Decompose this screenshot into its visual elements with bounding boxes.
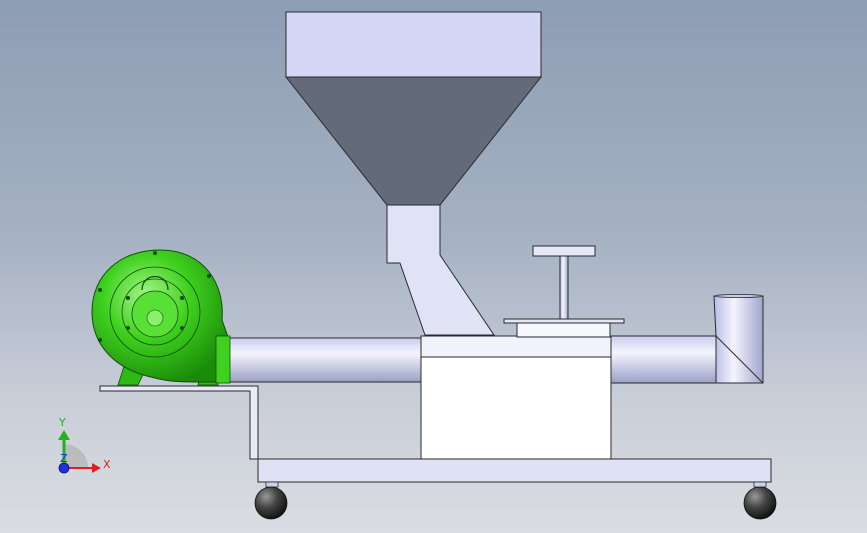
outlet-opening-icon <box>713 294 764 298</box>
mixing-box-band-icon <box>420 335 612 358</box>
hopper-box-icon <box>285 11 542 78</box>
outlet-elbow-icon <box>713 295 764 384</box>
caster-wheel-icon <box>254 481 288 520</box>
base-frame-icon <box>257 458 772 483</box>
cad-viewport[interactable]: Y X Z <box>0 0 867 533</box>
lid-block-icon <box>516 322 611 338</box>
lid-plate-icon <box>503 318 625 324</box>
y-axis-label: Y <box>58 416 66 429</box>
handle-stem-icon <box>559 255 569 320</box>
blower-icon <box>91 249 231 386</box>
conveyor-pipe-icon <box>227 337 422 383</box>
hopper-funnel-icon <box>284 76 543 206</box>
coordinate-triad[interactable]: Y X Z <box>58 416 111 474</box>
blower-bracket-icon <box>99 385 259 460</box>
handle-icon <box>532 245 596 257</box>
machine-drawing: Y X Z <box>58 11 777 520</box>
caster-wheel-icon <box>743 481 777 520</box>
chute-icon <box>386 204 495 336</box>
x-axis-label: X <box>103 458 111 471</box>
conveyor-pipe-right-icon <box>609 335 717 384</box>
z-axis-label: Z <box>60 452 68 465</box>
